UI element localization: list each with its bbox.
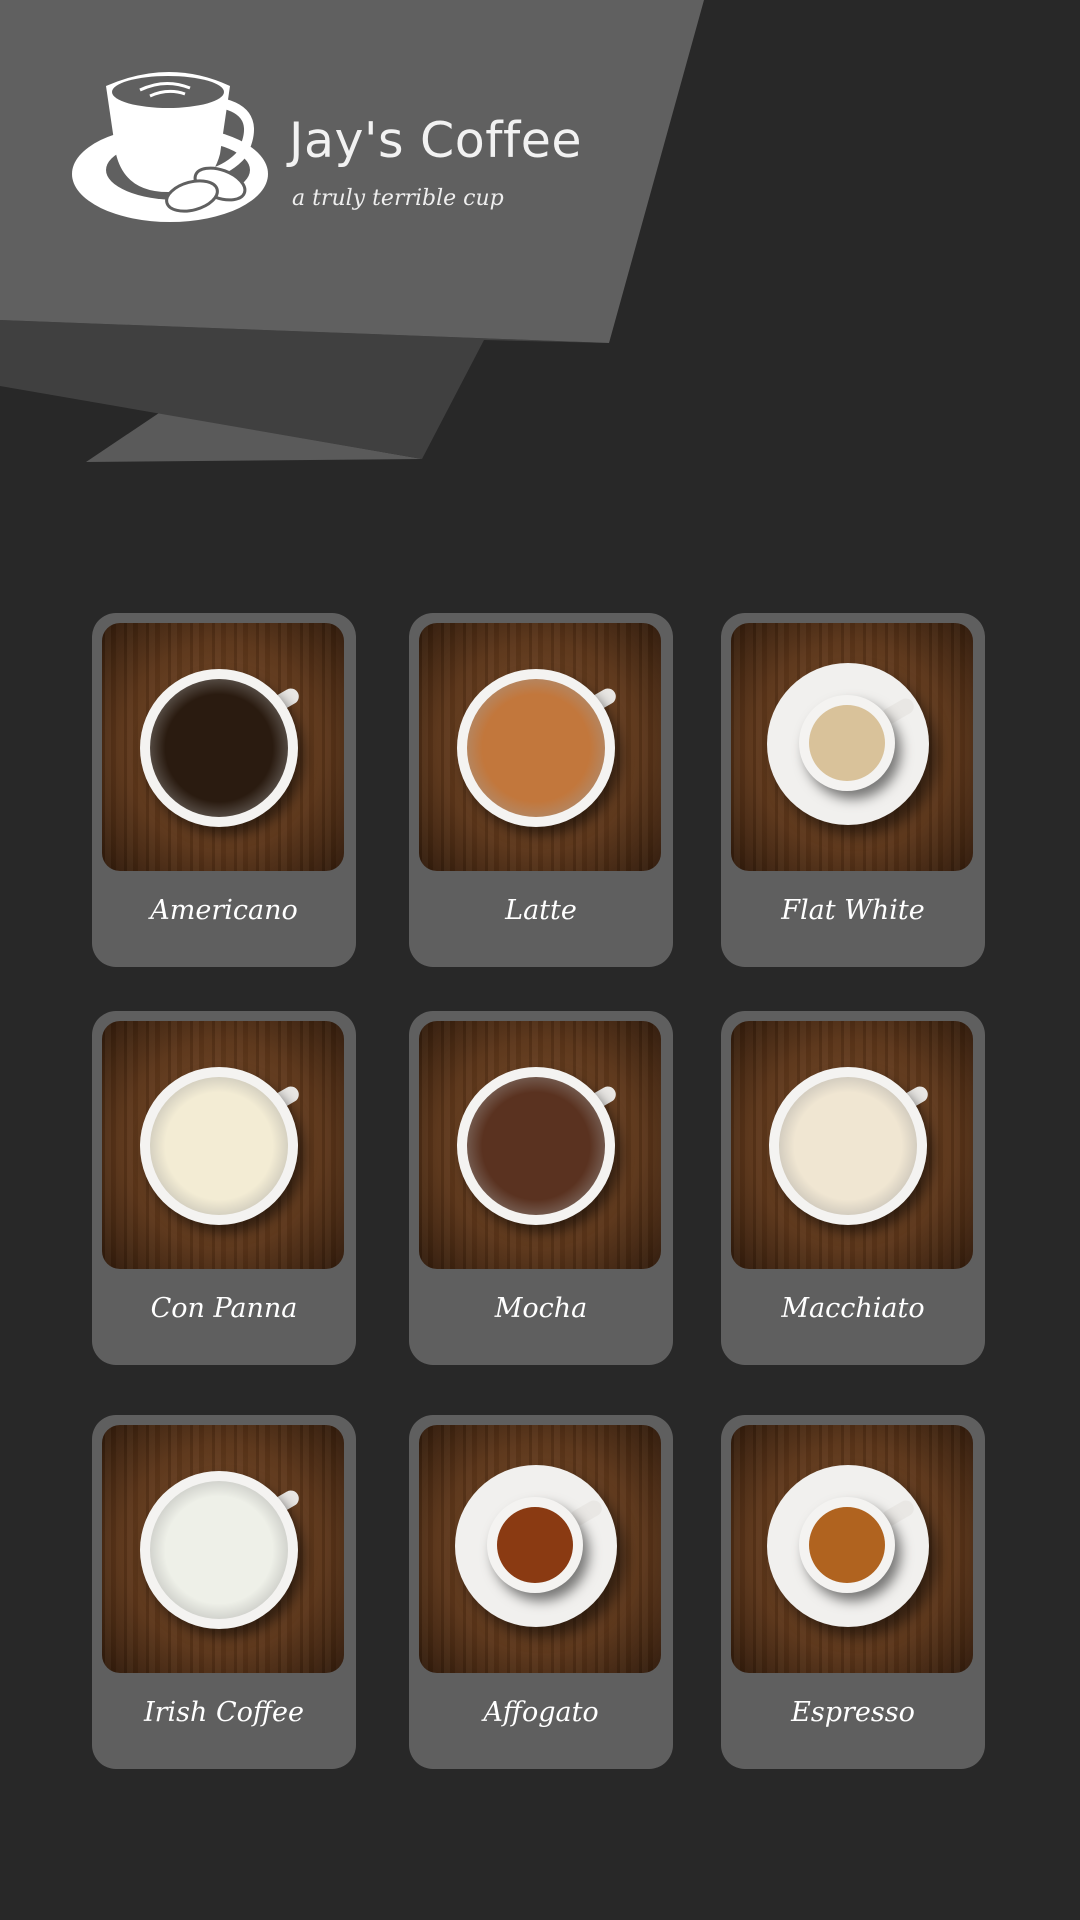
coffee-cup-with-beans-icon bbox=[72, 72, 268, 222]
drink-photo bbox=[419, 1021, 661, 1269]
card-label: Con Panna bbox=[150, 1293, 298, 1324]
menu-card-mocha[interactable]: Mocha bbox=[409, 1011, 673, 1365]
drink-photo bbox=[102, 623, 344, 871]
drink-surface bbox=[150, 679, 288, 817]
card-label: Irish Coffee bbox=[143, 1697, 305, 1728]
card-label: Macchiato bbox=[781, 1293, 925, 1324]
drink-photo bbox=[731, 1021, 973, 1269]
card-label: Espresso bbox=[791, 1697, 915, 1728]
drink-surface bbox=[809, 1507, 885, 1583]
card-label: Affogato bbox=[483, 1697, 599, 1728]
drink-surface bbox=[467, 1077, 605, 1215]
brand-title: Jay's Coffee bbox=[289, 112, 583, 169]
brand-tagline: a truly terrible cup bbox=[292, 186, 504, 211]
drink-photo bbox=[731, 623, 973, 871]
drink-photo bbox=[419, 623, 661, 871]
menu-card-affogato[interactable]: Affogato bbox=[409, 1415, 673, 1769]
drink-photo bbox=[102, 1425, 344, 1673]
menu-card-latte[interactable]: Latte bbox=[409, 613, 673, 967]
drink-surface bbox=[809, 705, 885, 781]
drink-photo bbox=[419, 1425, 661, 1673]
menu-card-espresso[interactable]: Espresso bbox=[721, 1415, 985, 1769]
drink-surface bbox=[497, 1507, 573, 1583]
menu-card-con-panna[interactable]: Con Panna bbox=[92, 1011, 356, 1365]
card-label: Flat White bbox=[781, 895, 925, 926]
card-label: Mocha bbox=[494, 1293, 588, 1324]
drink-photo bbox=[731, 1425, 973, 1673]
drink-surface bbox=[150, 1481, 288, 1619]
middle-facet bbox=[0, 320, 609, 459]
drink-surface bbox=[467, 679, 605, 817]
card-label: Latte bbox=[505, 895, 577, 926]
menu-card-americano[interactable]: Americano bbox=[92, 613, 356, 967]
menu-card-macchiato[interactable]: Macchiato bbox=[721, 1011, 985, 1365]
drink-surface bbox=[779, 1077, 917, 1215]
menu-card-irish-coffee[interactable]: Irish Coffee bbox=[92, 1415, 356, 1769]
drink-photo bbox=[102, 1021, 344, 1269]
card-label: Americano bbox=[150, 895, 298, 926]
drink-surface bbox=[150, 1077, 288, 1215]
menu-card-flat-white[interactable]: Flat White bbox=[721, 613, 985, 967]
